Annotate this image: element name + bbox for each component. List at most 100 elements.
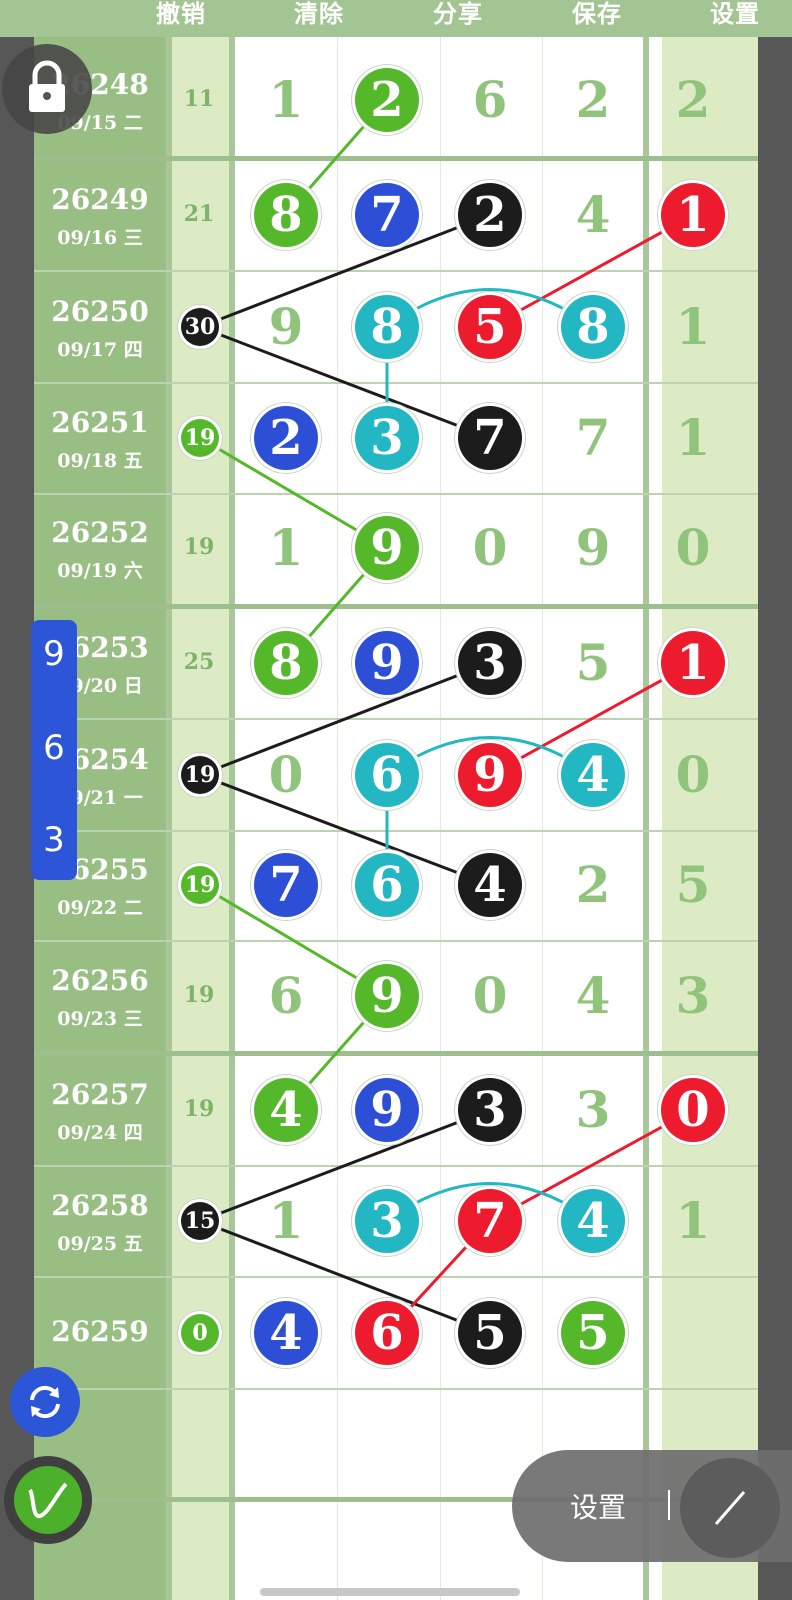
digit-cell[interactable]: 5 <box>553 633 633 693</box>
digit-ball[interactable]: 8 <box>254 631 318 695</box>
sum-value: 21 <box>183 201 215 227</box>
digit-ball[interactable]: 5 <box>458 295 522 359</box>
digit-ball[interactable]: 4 <box>254 1301 318 1365</box>
sum-value: 25 <box>183 649 215 675</box>
digit-cell[interactable]: 4 <box>553 966 633 1026</box>
digit-cell[interactable]: 0 <box>246 745 326 805</box>
picked-digits-panel[interactable]: 9 6 3 <box>31 620 77 880</box>
bottom-settings-button[interactable]: 设置 <box>570 1486 626 1526</box>
digit-ball[interactable]: 2 <box>458 183 522 247</box>
row-divider <box>34 156 758 161</box>
pill-divider <box>668 1490 670 1520</box>
issue-date: 09/23 三 <box>57 1008 143 1030</box>
sum-value: 19 <box>183 1096 215 1122</box>
issue-number: 26249 <box>51 183 149 216</box>
row-divider <box>34 718 758 720</box>
digit-ball[interactable]: 5 <box>561 1301 625 1365</box>
last-digit-cell[interactable]: 5 <box>653 855 733 915</box>
home-indicator <box>260 1588 520 1596</box>
issue-number: 26256 <box>51 964 149 997</box>
digit-cell[interactable]: 2 <box>553 70 633 130</box>
row-divider <box>34 604 758 609</box>
digit-cell[interactable]: 3 <box>553 1080 633 1140</box>
line-tool-button[interactable] <box>680 1458 780 1558</box>
issue-number: 26251 <box>51 406 149 439</box>
digit-cell[interactable]: 2 <box>553 855 633 915</box>
digit-ball[interactable]: 9 <box>355 1078 419 1142</box>
digit-ball[interactable]: 8 <box>254 183 318 247</box>
digit-cell[interactable]: 0 <box>450 518 530 578</box>
digit-ball[interactable]: 2 <box>254 406 318 470</box>
digit-ball[interactable]: 4 <box>254 1078 318 1142</box>
picked-digit: 3 <box>43 820 65 860</box>
last-digit-cell[interactable]: 0 <box>653 518 733 578</box>
digit-ball[interactable]: 8 <box>561 295 625 359</box>
last-digit-cell[interactable]: 1 <box>653 297 733 357</box>
digit-ball[interactable]: 7 <box>254 853 318 917</box>
right-margin <box>758 37 792 1600</box>
row-divider <box>34 270 758 272</box>
digit-ball[interactable]: 9 <box>458 743 522 807</box>
row-divider <box>34 493 758 495</box>
digit-ball[interactable]: 7 <box>355 183 419 247</box>
last-digit-cell[interactable]: 2 <box>653 70 733 130</box>
digit-ball[interactable]: 7 <box>458 1189 522 1253</box>
sum-ball: 19 <box>181 866 219 904</box>
digit-ball[interactable]: 3 <box>355 406 419 470</box>
digit-ball[interactable]: 9 <box>355 516 419 580</box>
digit-cell[interactable]: 0 <box>450 966 530 1026</box>
digit-ball[interactable]: 9 <box>355 964 419 1028</box>
last-digit-cell[interactable]: 1 <box>653 1191 733 1251</box>
share-button[interactable]: 分享 <box>433 0 483 29</box>
sum-value: 19 <box>183 982 215 1008</box>
digit-cell[interactable]: 6 <box>246 966 326 1026</box>
issue-number: 26252 <box>51 516 149 549</box>
last-digit-cell[interactable]: 1 <box>653 408 733 468</box>
clear-button[interactable]: 清除 <box>294 0 344 29</box>
line-tool-icon <box>714 1491 746 1525</box>
row-divider <box>34 382 758 384</box>
digit-cell[interactable]: 9 <box>246 297 326 357</box>
refresh-icon <box>30 1385 60 1419</box>
digit-ball[interactable]: 4 <box>458 853 522 917</box>
row-divider <box>34 830 758 832</box>
digit-cell[interactable]: 4 <box>553 185 633 245</box>
digit-ball[interactable]: 4 <box>561 743 625 807</box>
digit-ball[interactable]: 6 <box>355 743 419 807</box>
settings-button[interactable]: 设置 <box>710 0 760 29</box>
left-margin <box>0 37 34 1600</box>
digit-cell[interactable]: 6 <box>450 70 530 130</box>
last-digit-cell[interactable]: 3 <box>653 966 733 1026</box>
digit-cell[interactable]: 9 <box>553 518 633 578</box>
draw-mode-button[interactable] <box>4 1456 92 1544</box>
digit-ball[interactable]: 7 <box>458 406 522 470</box>
issue-number: 26257 <box>51 1078 149 1111</box>
last-digit-ball[interactable]: 1 <box>661 183 725 247</box>
digit-ball[interactable]: 6 <box>355 1301 419 1365</box>
last-digit-ball[interactable]: 1 <box>661 631 725 695</box>
issue-number: 26259 <box>51 1315 149 1348</box>
digit-cell[interactable]: 7 <box>553 408 633 468</box>
digit-ball[interactable]: 2 <box>355 68 419 132</box>
picked-digit: 6 <box>43 728 65 768</box>
last-digit-ball[interactable]: 0 <box>661 1078 725 1142</box>
digit-ball[interactable]: 5 <box>458 1301 522 1365</box>
digit-ball[interactable]: 3 <box>458 631 522 695</box>
digit-ball[interactable]: 3 <box>458 1078 522 1142</box>
digit-cell[interactable]: 1 <box>246 518 326 578</box>
issue-date: 09/25 五 <box>57 1233 143 1255</box>
digit-ball[interactable]: 8 <box>355 295 419 359</box>
digit-cell[interactable]: 1 <box>246 1191 326 1251</box>
digit-cell[interactable]: 1 <box>246 70 326 130</box>
refresh-button[interactable] <box>10 1367 80 1437</box>
issue-date: 09/18 五 <box>57 450 143 472</box>
last-digit-cell[interactable]: 0 <box>653 745 733 805</box>
digit-ball[interactable]: 6 <box>355 853 419 917</box>
undo-button[interactable]: 撤销 <box>156 0 206 29</box>
digit-ball[interactable]: 9 <box>355 631 419 695</box>
save-button[interactable]: 保存 <box>572 0 622 29</box>
lock-button[interactable] <box>2 44 92 134</box>
digit-ball[interactable]: 3 <box>355 1189 419 1253</box>
sum-ball: 0 <box>181 1314 219 1352</box>
digit-ball[interactable]: 4 <box>561 1189 625 1253</box>
